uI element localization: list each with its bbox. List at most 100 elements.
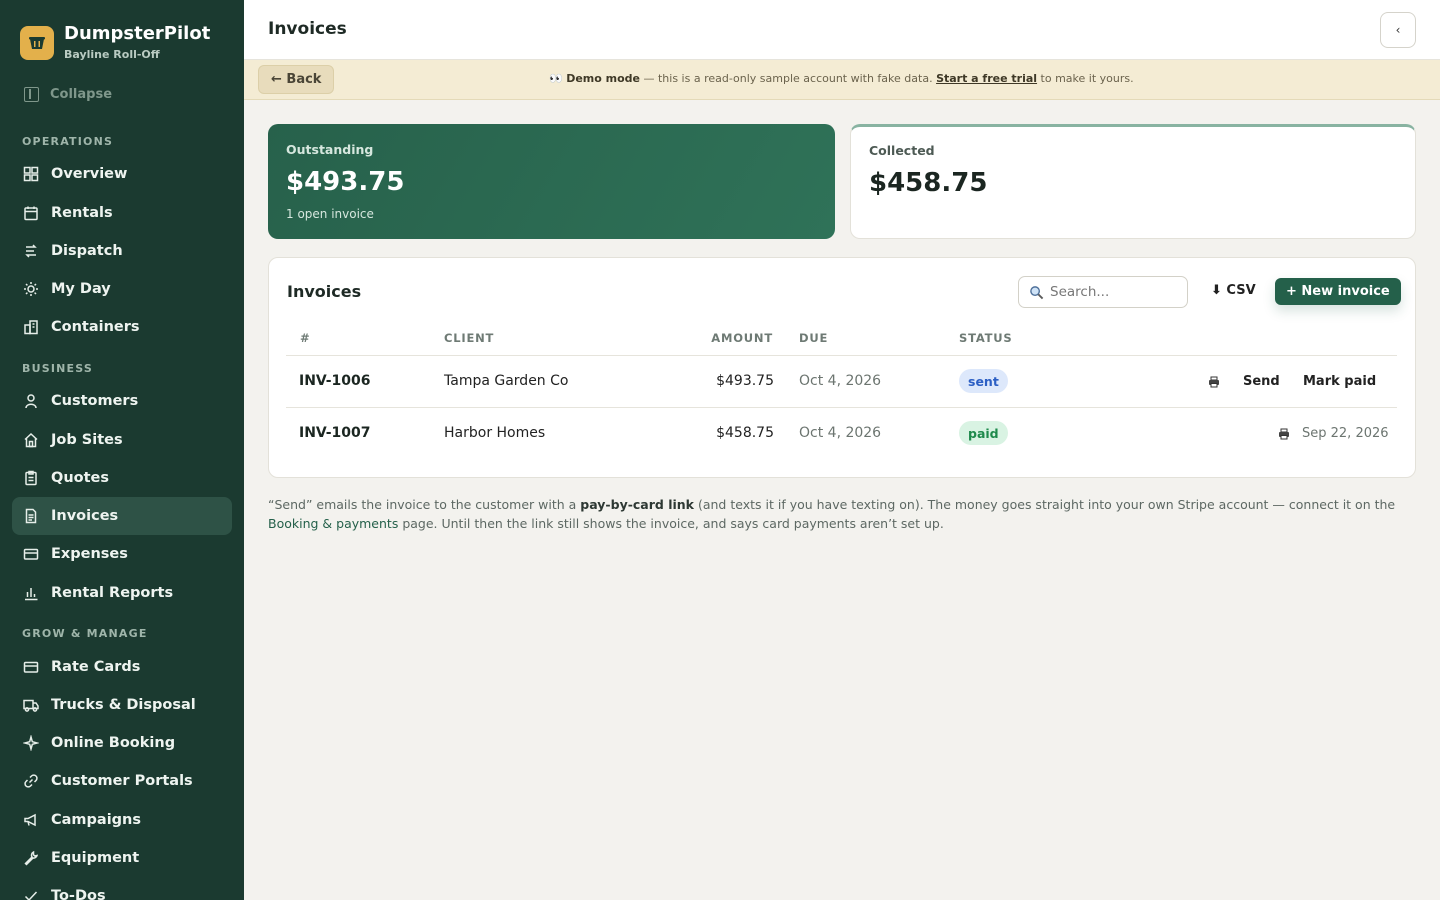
- status-badge: sent: [959, 369, 1008, 393]
- sidebar-item-containers[interactable]: Containers: [12, 308, 232, 346]
- printer-icon[interactable]: [1278, 428, 1290, 440]
- demo-mode-label: Demo mode: [566, 72, 640, 85]
- dumpster-logo-icon: [20, 25, 54, 60]
- sparkle-icon: [23, 735, 39, 751]
- sidebar-item-label: Containers: [51, 319, 140, 335]
- outstanding-card: Outstanding $493.75 1 open invoice: [268, 124, 835, 239]
- sidebar: DumpsterPilot Bayline Roll-Off Collapse …: [0, 0, 244, 900]
- sidebar-item-label: Dispatch: [51, 243, 123, 259]
- sidebar-item-invoices[interactable]: Invoices: [12, 497, 232, 535]
- demo-message: 👀 Demo mode — this is a read-only sample…: [549, 72, 1134, 85]
- sidebar-collapse-icon: [24, 87, 39, 102]
- invoice-amount: $458.75: [716, 425, 774, 441]
- status-badge: paid: [959, 421, 1008, 445]
- sidebar-item-label: Rental Reports: [51, 585, 174, 601]
- home-icon: [24, 432, 38, 448]
- booking-payments-link[interactable]: Booking & payments: [268, 516, 398, 531]
- chevron-left-icon: ‹: [1395, 23, 1401, 37]
- brand-subtitle: Bayline Roll-Off: [64, 48, 160, 61]
- sidebar-item-online-booking[interactable]: Online Booking: [12, 724, 232, 762]
- sidebar-item-customers[interactable]: Customers: [12, 382, 232, 420]
- megaphone-icon: [24, 813, 36, 827]
- sidebar-item-label: Quotes: [51, 470, 110, 486]
- sidebar-item-label: Overview: [51, 166, 128, 182]
- sidebar-item-job-sites[interactable]: Job Sites: [12, 421, 232, 459]
- demo-message-text: — this is a read-only sample account wit…: [640, 72, 937, 85]
- section-label-business: BUSINESS: [22, 362, 94, 375]
- column-header-status: STATUS: [959, 331, 1013, 345]
- sidebar-item-dispatch[interactable]: Dispatch: [12, 232, 232, 270]
- start-trial-link[interactable]: Start a free trial: [936, 72, 1037, 85]
- calendar-icon: [24, 206, 38, 221]
- outstanding-label: Outstanding: [286, 142, 374, 157]
- eyes-icon: 👀: [549, 72, 563, 85]
- brand[interactable]: DumpsterPilot Bayline Roll-Off: [20, 24, 210, 61]
- paid-date: Sep 22, 2026: [1302, 426, 1389, 441]
- sidebar-item-rate-cards[interactable]: Rate Cards: [12, 648, 232, 686]
- invoice-due: Oct 4, 2026: [799, 373, 882, 389]
- search-input[interactable]: [1050, 284, 1170, 300]
- sidebar-item-label: Trucks & Disposal: [51, 697, 196, 713]
- search-box[interactable]: [1018, 276, 1188, 308]
- sidebar-item-campaigns[interactable]: Campaigns: [12, 801, 232, 839]
- sidebar-item-overview[interactable]: Overview: [12, 155, 232, 193]
- sidebar-item-my-day[interactable]: My Day: [12, 270, 232, 308]
- new-invoice-button[interactable]: + New invoice: [1275, 278, 1401, 305]
- panel-toggle-button[interactable]: ‹: [1380, 12, 1416, 48]
- sidebar-item-rentals[interactable]: Rentals: [12, 194, 232, 232]
- sidebar-item-trucks-disposal[interactable]: Trucks & Disposal: [12, 686, 232, 724]
- sidebar-item-equipment[interactable]: Equipment: [12, 839, 232, 877]
- sidebar-item-quotes[interactable]: Quotes: [12, 459, 232, 497]
- invoice-due: Oct 4, 2026: [799, 425, 882, 441]
- outstanding-value: $493.75: [286, 167, 405, 197]
- collected-label: Collected: [869, 143, 935, 158]
- row-divider: [286, 407, 1397, 408]
- sidebar-item-label: Online Booking: [51, 735, 176, 751]
- collapse-button[interactable]: Collapse: [24, 87, 112, 102]
- sidebar-item-rental-reports[interactable]: Rental Reports: [12, 574, 232, 612]
- section-label-grow-manage: GROW & MANAGE: [22, 627, 148, 640]
- route-icon: [25, 244, 37, 258]
- check-icon: [24, 891, 38, 900]
- column-header-due: DUE: [799, 331, 829, 345]
- invoice-client: Tampa Garden Co: [444, 373, 569, 389]
- collapse-label: Collapse: [50, 87, 113, 102]
- collected-value: $458.75: [869, 168, 988, 198]
- search-icon: [1030, 285, 1044, 299]
- invoice-number[interactable]: INV-1006: [299, 373, 371, 389]
- container-icon: [24, 320, 38, 335]
- back-button[interactable]: ← Back: [258, 65, 335, 94]
- sidebar-item-label: To-Dos: [51, 888, 106, 900]
- page-title: Invoices: [268, 19, 347, 39]
- footnote-bold: pay-by-card link: [580, 497, 694, 512]
- send-button[interactable]: Send: [1243, 374, 1280, 389]
- sidebar-item-expenses[interactable]: Expenses: [12, 535, 232, 573]
- link-icon: [24, 774, 38, 788]
- invoice-number[interactable]: INV-1007: [299, 425, 371, 441]
- csv-export-button[interactable]: ⬇ CSV: [1211, 283, 1256, 298]
- truck-icon: [23, 699, 39, 712]
- sidebar-item-label: Customers: [51, 393, 139, 409]
- payment-footnote: “Send” emails the invoice to the custome…: [268, 495, 1408, 533]
- printer-icon[interactable]: [1208, 376, 1220, 388]
- invoices-panel-title: Invoices: [287, 282, 362, 301]
- sidebar-item-label: Campaigns: [51, 812, 142, 828]
- sidebar-item-label: Equipment: [51, 850, 140, 866]
- user-icon: [25, 394, 37, 409]
- wrench-icon: [24, 850, 39, 866]
- card-icon: [23, 661, 39, 673]
- mark-paid-button[interactable]: Mark paid: [1303, 374, 1376, 389]
- invoices-panel: Invoices ⬇ CSV + New invoice # CLIENT AM…: [268, 257, 1416, 478]
- document-icon: [25, 508, 37, 524]
- sidebar-item-label: My Day: [51, 281, 111, 297]
- sidebar-item-customer-portals[interactable]: Customer Portals: [12, 762, 232, 800]
- sidebar-item-label: Rentals: [51, 205, 113, 221]
- top-bar: Invoices ‹: [244, 0, 1440, 60]
- sidebar-item-to-dos[interactable]: To-Dos: [12, 877, 232, 900]
- sidebar-item-label: Invoices: [51, 508, 119, 524]
- sun-icon: [24, 282, 38, 296]
- sidebar-item-label: Customer Portals: [51, 773, 193, 789]
- invoice-amount: $493.75: [716, 373, 774, 389]
- section-label-operations: OPERATIONS: [22, 135, 114, 148]
- invoice-client: Harbor Homes: [444, 425, 546, 441]
